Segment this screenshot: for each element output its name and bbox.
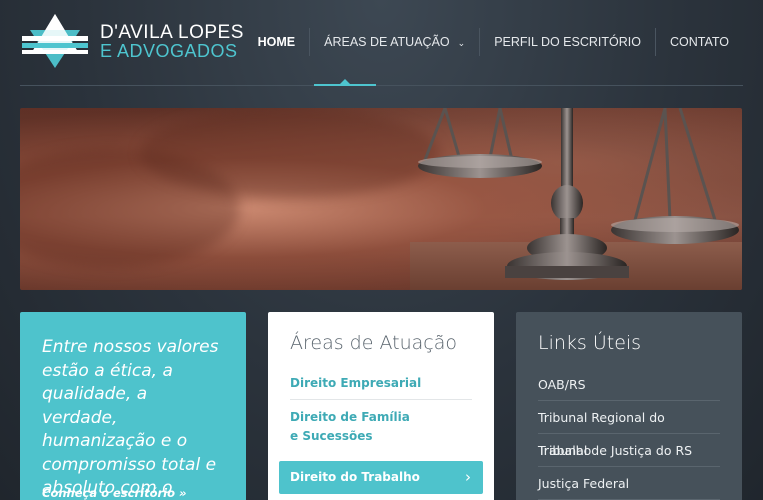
- values-card: Entre nossos valores estão a ética, a qu…: [20, 312, 246, 500]
- area-item-label: Direito de Família: [290, 410, 410, 424]
- nav-home[interactable]: HOME: [244, 26, 310, 58]
- about-office-link[interactable]: Conheça o escritório »: [42, 486, 186, 500]
- site-header: D'AVILA LOPES E ADVOGADOS HOME ÁREAS DE …: [0, 0, 763, 86]
- area-item-trabalho[interactable]: Direito do Trabalho ›: [279, 461, 483, 494]
- active-nav-indicator: [314, 84, 376, 86]
- values-quote: Entre nossos valores estão a ética, a qu…: [42, 337, 219, 498]
- useful-links-title: Links Úteis: [538, 332, 642, 354]
- main-nav: HOME ÁREAS DE ATUAÇÃO ⌄ PERFIL DO ESCRITÓ…: [244, 26, 743, 58]
- chevron-down-icon: ⌄: [457, 37, 466, 48]
- logo-subtitle: E ADVOGADOS: [100, 41, 238, 61]
- useful-links-card: Links Úteis OAB/RS Tribunal Regional do …: [516, 312, 742, 500]
- practice-areas-title: Áreas de Atuação: [290, 332, 457, 354]
- nav-contact[interactable]: CONTATO: [656, 26, 743, 58]
- nav-profile[interactable]: PERFIL DO ESCRITÓRIO: [480, 26, 655, 58]
- hero-banner: [20, 108, 742, 290]
- link-item-trt[interactable]: Tribunal Regional do Trabalho: [538, 401, 720, 458]
- header-divider: [20, 85, 743, 86]
- link-item-oab[interactable]: OAB/RS: [538, 368, 720, 401]
- chevron-right-icon: ›: [465, 468, 471, 486]
- link-item-justica-federal[interactable]: Justiça Federal: [538, 467, 720, 500]
- area-item-empresarial[interactable]: Direito Empresarial: [290, 366, 472, 400]
- scales-of-justice-icon: [418, 108, 739, 280]
- logo-triangles-icon: [22, 14, 88, 68]
- active-nav-caret: [340, 79, 350, 84]
- link-item-tjrs[interactable]: Tribunal de Justiça do RS: [538, 434, 720, 467]
- nav-areas-label: ÁREAS DE ATUAÇÃO: [324, 35, 450, 49]
- nav-areas[interactable]: ÁREAS DE ATUAÇÃO ⌄: [310, 26, 479, 58]
- area-item-label: e Sucessões: [290, 429, 373, 443]
- logo[interactable]: D'AVILA LOPES E ADVOGADOS: [20, 12, 243, 72]
- area-item-familia[interactable]: Direito de Família e Sucessões: [290, 400, 472, 455]
- area-item-label: Direito do Trabalho: [290, 470, 420, 484]
- practice-areas-card: Áreas de Atuação Direito Empresarial Dir…: [268, 312, 494, 500]
